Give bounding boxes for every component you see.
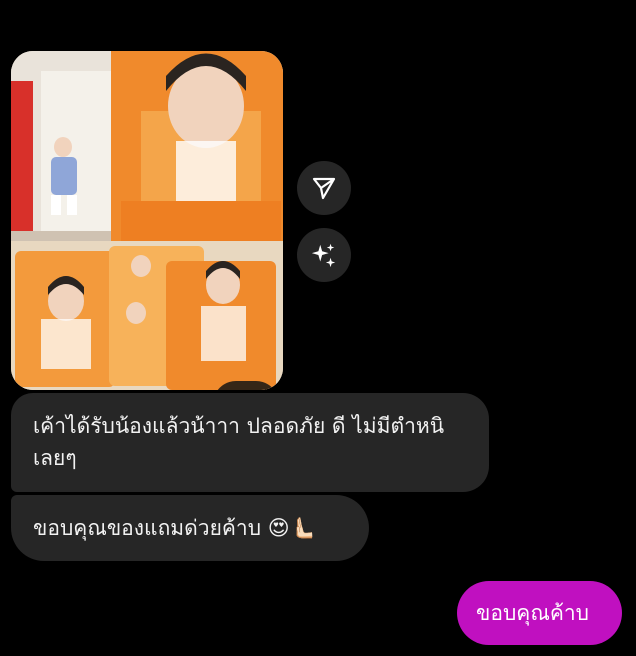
photo-image xyxy=(11,51,283,390)
chat-thread: เค้าได้รับน้องแล้วน้าาา ปลอดภัย ดี ไม่มี… xyxy=(0,0,636,656)
message-text: ขอบคุณค้าบ xyxy=(476,601,589,625)
ai-edit-button[interactable] xyxy=(297,228,351,282)
incoming-message[interactable]: ขอบคุณของแถมด่วยค้าบ 😍🫷🏻 xyxy=(11,495,369,561)
sparkles-icon xyxy=(311,243,336,268)
send-icon xyxy=(312,177,336,200)
message-text: ขอบคุณของแถมด่วยค้าบ 😍🫷🏻 xyxy=(33,516,316,540)
photo-message[interactable] xyxy=(11,51,283,390)
message-text: เค้าได้รับน้องแล้วน้าาา ปลอดภัย ดี ไม่มี… xyxy=(33,414,445,470)
sparkles-icon xyxy=(231,389,261,390)
outgoing-message[interactable]: ขอบคุณค้าบ xyxy=(457,581,622,645)
incoming-message[interactable]: เค้าได้รับน้องแล้วน้าาา ปลอดภัย ดี ไม่มี… xyxy=(11,393,489,492)
share-button[interactable] xyxy=(297,161,351,215)
